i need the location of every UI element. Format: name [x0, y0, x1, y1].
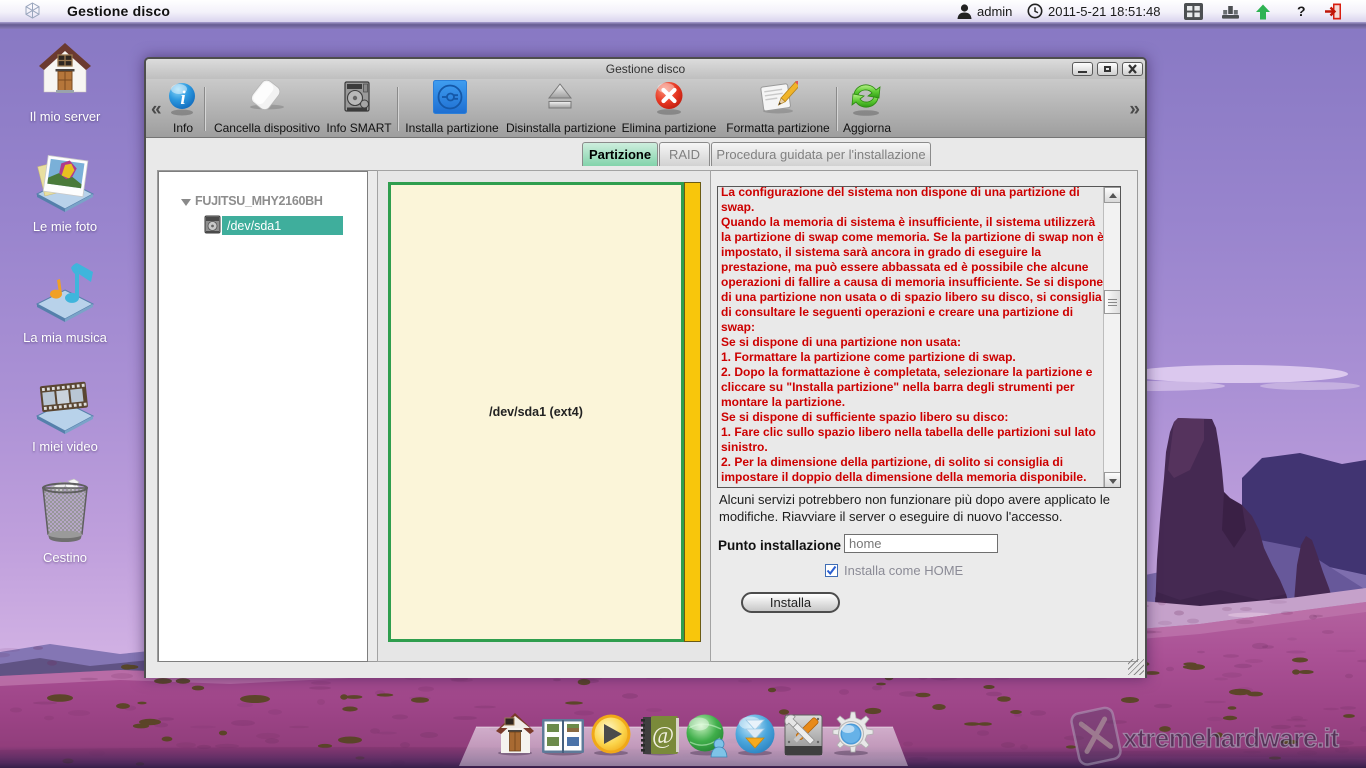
svg-text:i: i [180, 88, 186, 109]
svg-text:@: @ [652, 723, 674, 749]
